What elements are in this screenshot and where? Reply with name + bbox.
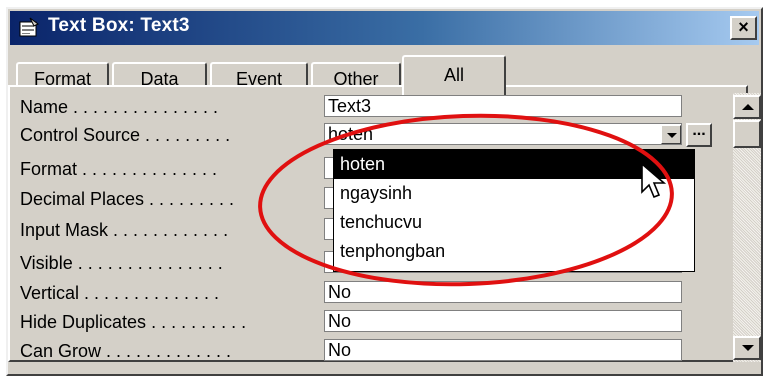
property-label: Name . . . . . . . . . . . . . . .	[20, 97, 219, 117]
property-value-vertical[interactable]: No	[324, 281, 682, 303]
property-label: Can Grow . . . . . . . . . . . . .	[20, 341, 232, 361]
property-row-vertical: Vertical . . . . . . . . . . . . . . No	[20, 281, 682, 305]
property-value-can-grow[interactable]: No	[324, 339, 682, 361]
dropdown-arrow-icon[interactable]	[661, 125, 681, 144]
property-label: Vertical . . . . . . . . . . . . . .	[20, 283, 220, 303]
property-row-hide-duplicates: Hide Duplicates . . . . . . . . . . No	[20, 310, 682, 334]
title-bar[interactable]: Text Box: Text3 ×	[10, 11, 759, 45]
window-title: Text Box: Text3	[48, 15, 190, 36]
builder-button[interactable]: ...	[686, 123, 712, 147]
mouse-pointer-icon	[641, 162, 667, 199]
scroll-thumb[interactable]	[733, 120, 761, 148]
property-value-name[interactable]: Text3	[324, 95, 682, 117]
property-label: Format . . . . . . . . . . . . . .	[20, 159, 218, 179]
dropdown-option-tenphongban[interactable]: tenphongban	[334, 237, 694, 266]
property-row-name: Name . . . . . . . . . . . . . . . Text3	[20, 95, 682, 119]
tab-all-label: All	[443, 65, 464, 85]
close-button[interactable]: ×	[730, 16, 757, 40]
close-icon: ×	[738, 17, 749, 37]
scroll-up-icon[interactable]	[733, 95, 761, 119]
vertical-scrollbar[interactable]	[733, 93, 761, 362]
property-label: Visible . . . . . . . . . . . . . . .	[20, 253, 223, 273]
property-label: Input Mask . . . . . . . . . . . .	[20, 220, 229, 240]
property-row-control-source: Control Source . . . . . . . . . hoten .…	[20, 123, 712, 147]
property-value-hide-duplicates[interactable]: No	[324, 310, 682, 332]
control-source-combo[interactable]: hoten	[324, 123, 682, 145]
dropdown-option-tenchucvu[interactable]: tenchucvu	[334, 208, 694, 237]
property-label: Hide Duplicates . . . . . . . . . .	[20, 312, 247, 332]
properties-sheet-icon	[19, 17, 39, 37]
property-row-can-grow: Can Grow . . . . . . . . . . . . . No	[20, 339, 682, 363]
property-label: Control Source . . . . . . . . .	[20, 125, 231, 145]
tab-all[interactable]: All	[402, 55, 506, 95]
property-label: Decimal Places . . . . . . . . .	[20, 189, 235, 209]
scroll-down-icon[interactable]	[733, 336, 761, 360]
